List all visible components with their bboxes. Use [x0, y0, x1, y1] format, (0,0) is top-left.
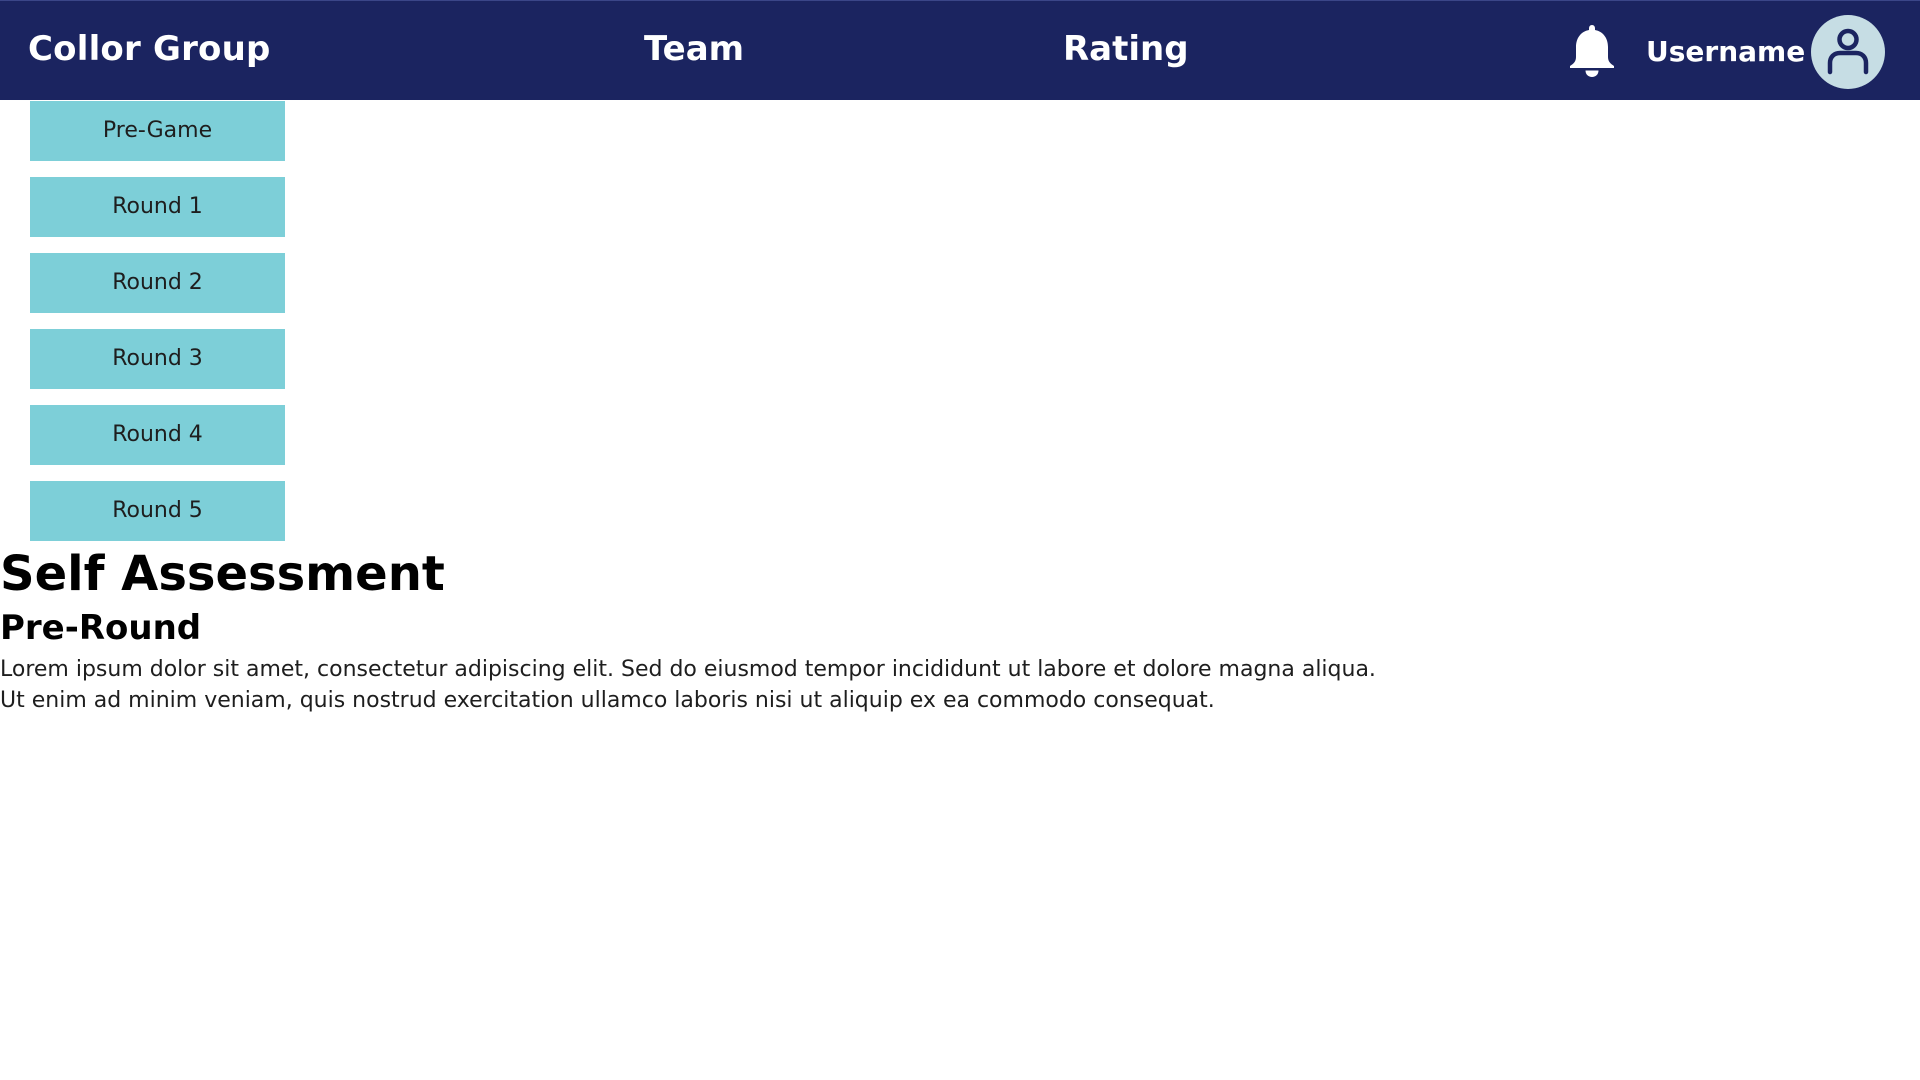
description-paragraph: Lorem ipsum dolor sit amet, consectetur …	[0, 654, 1376, 716]
round-button-round-4[interactable]: Round 4	[30, 405, 285, 465]
top-navbar: Collor Group Team Rating Username	[0, 0, 1920, 100]
bell-icon[interactable]	[1564, 21, 1620, 79]
username-label[interactable]: Username	[1646, 35, 1805, 68]
round-button-round-3[interactable]: Round 3	[30, 329, 285, 389]
round-button-round-5[interactable]: Round 5	[30, 481, 285, 541]
round-button-round-2[interactable]: Round 2	[30, 253, 285, 313]
user-icon	[1827, 28, 1869, 75]
nav-link-team[interactable]: Team	[644, 29, 744, 69]
round-selector: Pre-Game Round 1 Round 2 Round 3 Round 4…	[30, 101, 285, 557]
section-title: Pre-Round	[0, 608, 202, 648]
description-line: Lorem ipsum dolor sit amet, consectetur …	[0, 657, 1376, 682]
brand-logo-text[interactable]: Collor Group	[28, 29, 271, 69]
round-button-pre-game[interactable]: Pre-Game	[30, 101, 285, 161]
nav-link-rating[interactable]: Rating	[1063, 29, 1189, 69]
page-title: Self Assessment	[0, 546, 445, 602]
round-button-round-1[interactable]: Round 1	[30, 177, 285, 237]
avatar[interactable]	[1811, 15, 1885, 89]
description-line: Ut enim ad minim veniam, quis nostrud ex…	[0, 688, 1215, 713]
